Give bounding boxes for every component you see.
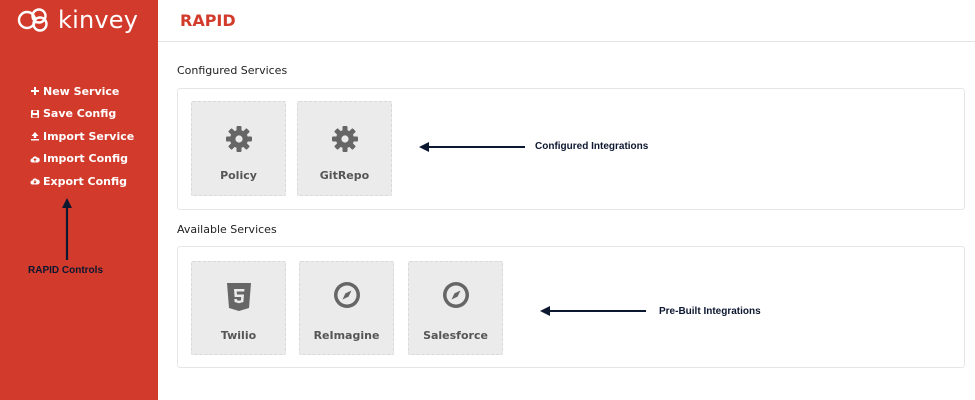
upload-icon <box>30 131 40 141</box>
new-service-button[interactable]: New Service <box>30 80 134 103</box>
gear-icon <box>224 124 254 159</box>
compass-icon <box>332 280 362 315</box>
import-config-label: Import Config <box>43 152 128 166</box>
html5-icon <box>226 282 252 317</box>
arrow-up-icon <box>62 198 72 260</box>
page-title: RAPID <box>180 11 236 30</box>
save-config-button[interactable]: Save Config <box>30 103 134 126</box>
import-service-label: Import Service <box>43 129 135 143</box>
kinvey-logo-icon <box>17 8 48 32</box>
service-card-gitrepo[interactable]: GitRepo <box>297 101 392 196</box>
pre-built-integrations-annotation: Pre-Built Integrations <box>659 306 761 317</box>
arrow-left-icon <box>419 142 525 152</box>
available-services-heading: Available Services <box>177 223 277 236</box>
save-config-label: Save Config <box>43 107 117 121</box>
gear-icon <box>330 124 360 159</box>
service-card-policy[interactable]: Policy <box>191 101 286 196</box>
floppy-disk-icon <box>30 109 40 119</box>
service-card-label: Policy <box>220 169 257 182</box>
export-config-button[interactable]: Export Config <box>30 170 134 193</box>
cloud-download-icon <box>30 176 40 186</box>
import-service-button[interactable]: Import Service <box>30 125 134 148</box>
service-card-label: Twilio <box>220 329 257 342</box>
export-config-label: Export Config <box>43 174 128 188</box>
configured-services-heading: Configured Services <box>177 64 288 77</box>
service-card-label: GitRepo <box>319 169 370 182</box>
kinvey-logo[interactable]: kinvey <box>16 4 138 36</box>
service-card-reimagine[interactable]: ReImagine <box>299 261 394 355</box>
service-card-salesforce[interactable]: Salesforce <box>408 261 503 355</box>
configured-integrations-annotation: Configured Integrations <box>535 141 649 152</box>
header: RAPID <box>158 0 975 42</box>
service-card-label: ReImagine <box>313 329 380 342</box>
plus-icon <box>30 86 40 96</box>
service-card-label: Salesforce <box>423 329 488 342</box>
compass-icon <box>441 280 471 315</box>
brand-name: kinvey <box>58 6 139 34</box>
service-card-twilio[interactable]: Twilio <box>191 261 286 355</box>
arrow-left-icon <box>540 306 646 316</box>
sidebar: kinvey New Service Save Config Import Se… <box>0 0 158 400</box>
import-config-button[interactable]: Import Config <box>30 148 134 171</box>
cloud-upload-icon <box>30 154 40 164</box>
rapid-controls-menu: New Service Save Config Import Service I… <box>30 80 134 193</box>
rapid-controls-annotation: RAPID Controls <box>28 265 103 276</box>
new-service-label: New Service <box>43 84 120 98</box>
